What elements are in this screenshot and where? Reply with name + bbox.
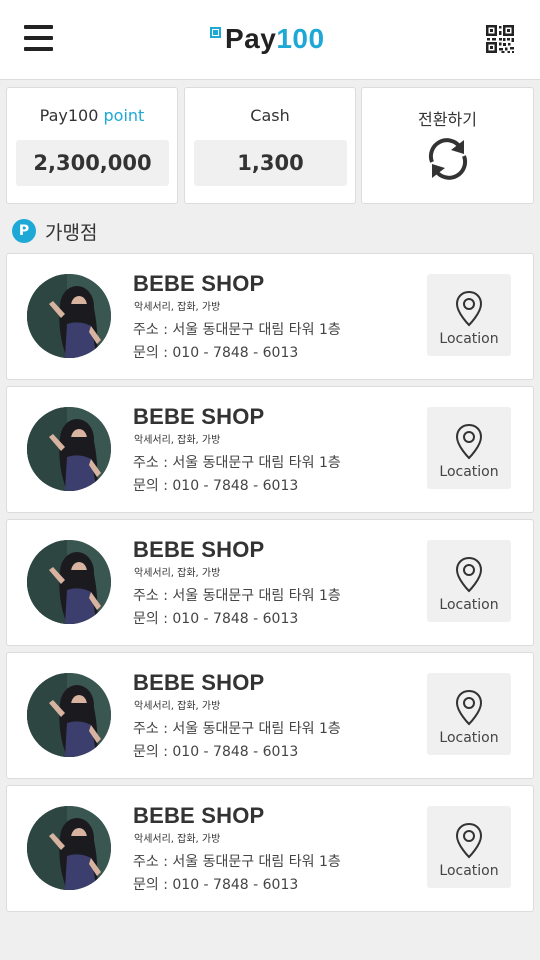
point-value: 2,300,000 xyxy=(16,140,169,186)
logo-text: Pay xyxy=(225,23,277,54)
shop-list-item[interactable]: BEBE SHOP 악세서리, 잡화, 가방주소 : 서울 동대문구 대림 타워 … xyxy=(6,785,534,912)
shop-category: 악세서리, 잡화, 가방 xyxy=(134,834,221,845)
shop-phone: 문의 : 010 - 7848 - 6013 xyxy=(133,744,299,760)
point-label-accent: point xyxy=(103,106,145,125)
shop-list-item[interactable]: BEBE SHOP 악세서리, 잡화, 가방주소 : 서울 동대문구 대림 타워 … xyxy=(6,519,534,646)
shop-avatar xyxy=(27,806,111,890)
point-label-prefix: Pay100 xyxy=(39,106,99,125)
shop-list-item[interactable]: BEBE SHOP 악세서리, 잡화, 가방주소 : 서울 동대문구 대림 타워 … xyxy=(6,386,534,513)
app-logo: Pay 100 xyxy=(210,22,325,56)
location-button[interactable]: Location xyxy=(427,274,511,356)
location-label: Location xyxy=(439,730,499,746)
shop-name: BEBE SHOP xyxy=(133,271,265,296)
point-label: Pay100 point xyxy=(7,106,177,125)
shop-category: 악세서리, 잡화, 가방 xyxy=(134,435,221,446)
map-pin-icon xyxy=(455,689,483,726)
refresh-arrows-icon xyxy=(428,138,468,180)
shop-phone: 문의 : 010 - 7848 - 6013 xyxy=(133,478,299,494)
shop-avatar xyxy=(27,407,111,491)
map-pin-icon xyxy=(455,290,483,327)
shop-phone: 문의 : 010 - 7848 - 6013 xyxy=(133,611,299,627)
location-button[interactable]: Location xyxy=(427,407,511,489)
shop-address: 주소 : 서울 동대문구 대림 타워 1층 xyxy=(133,721,341,737)
location-button[interactable]: Location xyxy=(427,540,511,622)
location-label: Location xyxy=(439,464,499,480)
shop-phone: 문의 : 010 - 7848 - 6013 xyxy=(133,345,299,361)
shop-list-item[interactable]: BEBE SHOP 악세서리, 잡화, 가방주소 : 서울 동대문구 대림 타워 … xyxy=(6,652,534,779)
shop-address: 주소 : 서울 동대문구 대림 타워 1층 xyxy=(133,588,341,604)
section-title: P 가맹점 xyxy=(12,217,97,245)
shop-avatar xyxy=(27,673,111,757)
cash-label: Cash xyxy=(250,106,290,125)
app-header: Pay 100 xyxy=(0,0,540,80)
map-pin-icon xyxy=(455,556,483,593)
location-label: Location xyxy=(439,597,499,613)
location-label: Location xyxy=(439,863,499,879)
location-label: Location xyxy=(439,331,499,347)
logo-number: 100 xyxy=(276,23,325,54)
p-badge-icon: P xyxy=(12,219,36,243)
section-label: 가맹점 xyxy=(45,221,98,244)
map-pin-icon xyxy=(455,423,483,460)
location-button[interactable]: Location xyxy=(427,806,511,888)
shop-address: 주소 : 서울 동대문구 대림 타워 1층 xyxy=(133,322,341,338)
qr-code-icon[interactable] xyxy=(486,25,514,53)
shop-name: BEBE SHOP xyxy=(133,803,265,828)
shop-address: 주소 : 서울 동대문구 대림 타워 1층 xyxy=(133,854,341,870)
shop-category: 악세서리, 잡화, 가방 xyxy=(134,701,221,712)
shop-phone: 문의 : 010 - 7848 - 6013 xyxy=(133,877,299,893)
shop-list-item[interactable]: BEBE SHOP 악세서리, 잡화, 가방주소 : 서울 동대문구 대림 타워 … xyxy=(6,253,534,380)
convert-button[interactable]: 전환하기 xyxy=(361,87,534,204)
shop-address: 주소 : 서울 동대문구 대림 타워 1층 xyxy=(133,455,341,471)
cash-balance-card: Cash 1,300 xyxy=(184,87,356,204)
shop-category: 악세서리, 잡화, 가방 xyxy=(134,302,221,313)
shop-name: BEBE SHOP xyxy=(133,404,265,429)
convert-label: 전환하기 xyxy=(418,110,477,129)
shop-name: BEBE SHOP xyxy=(133,670,265,695)
cash-value: 1,300 xyxy=(194,140,347,186)
hamburger-menu-icon[interactable] xyxy=(24,25,54,52)
logo-square-icon xyxy=(210,27,221,38)
shop-avatar xyxy=(27,540,111,624)
location-button[interactable]: Location xyxy=(427,673,511,755)
point-balance-card: Pay100 point 2,300,000 xyxy=(6,87,178,204)
map-pin-icon xyxy=(455,822,483,859)
shop-name: BEBE SHOP xyxy=(133,537,265,562)
shop-category: 악세서리, 잡화, 가방 xyxy=(134,568,221,579)
shop-avatar xyxy=(27,274,111,358)
